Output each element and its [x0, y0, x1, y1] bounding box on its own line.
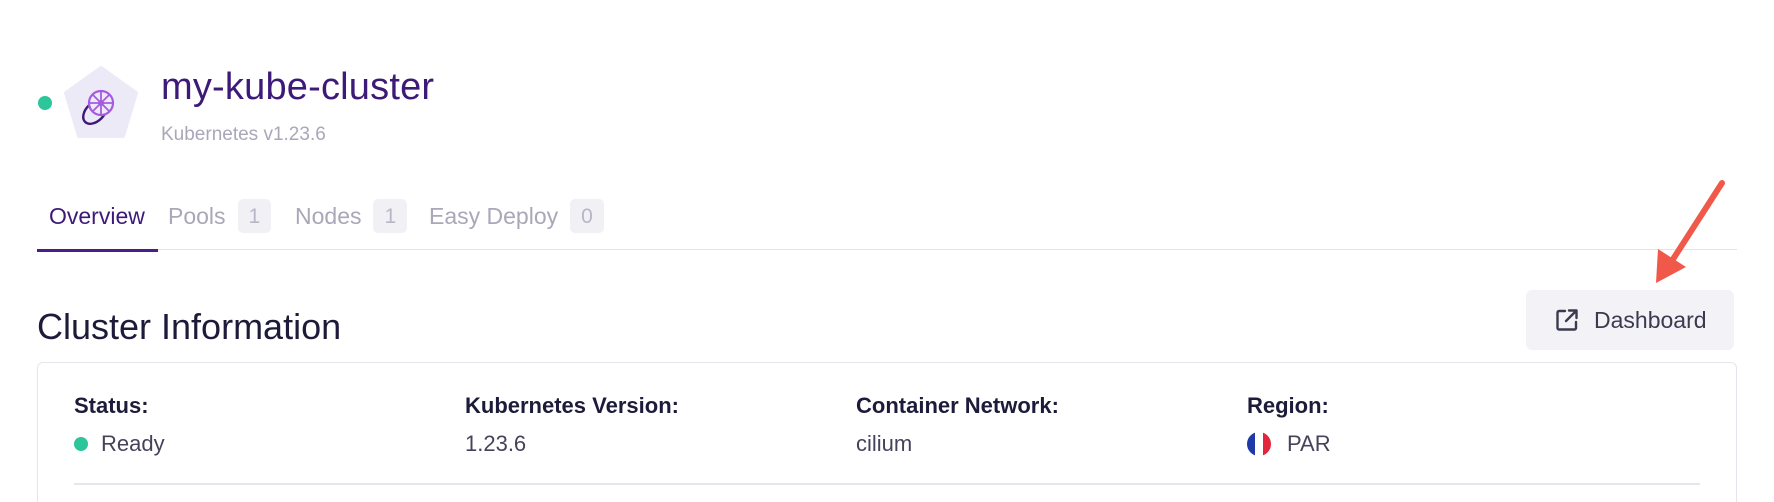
info-region: Region: PAR — [1247, 393, 1331, 457]
tab-pools-count: 1 — [237, 199, 272, 233]
version-value: 1.23.6 — [465, 431, 527, 456]
external-link-icon — [1556, 309, 1578, 331]
annotation-arrow-icon — [1656, 180, 1725, 283]
cluster-title: my-kube-cluster — [161, 66, 435, 108]
tab-easy-deploy-count: 0 — [570, 199, 604, 233]
network-label: Container Network: — [856, 393, 1059, 418]
dashboard-button[interactable]: Dashboard — [1526, 290, 1734, 350]
tab-easy-deploy-label: Easy Deploy — [429, 203, 559, 229]
tab-bar: Overview Pools 1 Nodes 1 Easy Deploy 0 — [37, 195, 1737, 252]
tab-pools-label: Pools — [168, 203, 226, 229]
ready-status-dot — [74, 437, 88, 451]
card-divider — [74, 483, 1700, 485]
region-value: PAR — [1247, 431, 1331, 457]
france-flag-icon — [1247, 432, 1271, 456]
tab-nodes-label: Nodes — [295, 203, 362, 229]
tab-active-indicator — [37, 248, 158, 252]
cluster-page: my-kube-cluster Kubernetes v1.23.6 Overv… — [0, 0, 1774, 502]
status-label: Status: — [74, 393, 149, 418]
info-version: Kubernetes Version: 1.23.6 — [465, 393, 679, 457]
cluster-version-subtitle: Kubernetes v1.23.6 — [161, 124, 326, 145]
tab-overview-label: Overview — [49, 203, 145, 229]
info-network: Container Network: cilium — [856, 393, 1059, 457]
tab-nodes-count: 1 — [373, 199, 408, 233]
kubernetes-helm-icon — [64, 66, 138, 138]
cluster-status-dot — [38, 96, 52, 110]
info-status: Status: Ready — [74, 393, 165, 457]
status-text: Ready — [101, 431, 165, 456]
tab-pools[interactable]: Pools 1 — [168, 195, 272, 250]
tab-overview[interactable]: Overview — [37, 195, 158, 252]
status-value: Ready — [74, 431, 165, 457]
cluster-info-card: Status: Ready Kubernetes Version: 1.23.6… — [37, 362, 1737, 502]
section-title: Cluster Information — [37, 306, 342, 347]
tab-easy-deploy[interactable]: Easy Deploy 0 — [429, 195, 604, 250]
dashboard-button-label: Dashboard — [1594, 306, 1707, 333]
region-label: Region: — [1247, 393, 1329, 418]
version-label: Kubernetes Version: — [465, 393, 679, 418]
tab-nodes[interactable]: Nodes 1 — [295, 195, 408, 250]
region-text: PAR — [1287, 431, 1331, 456]
network-value: cilium — [856, 431, 913, 456]
